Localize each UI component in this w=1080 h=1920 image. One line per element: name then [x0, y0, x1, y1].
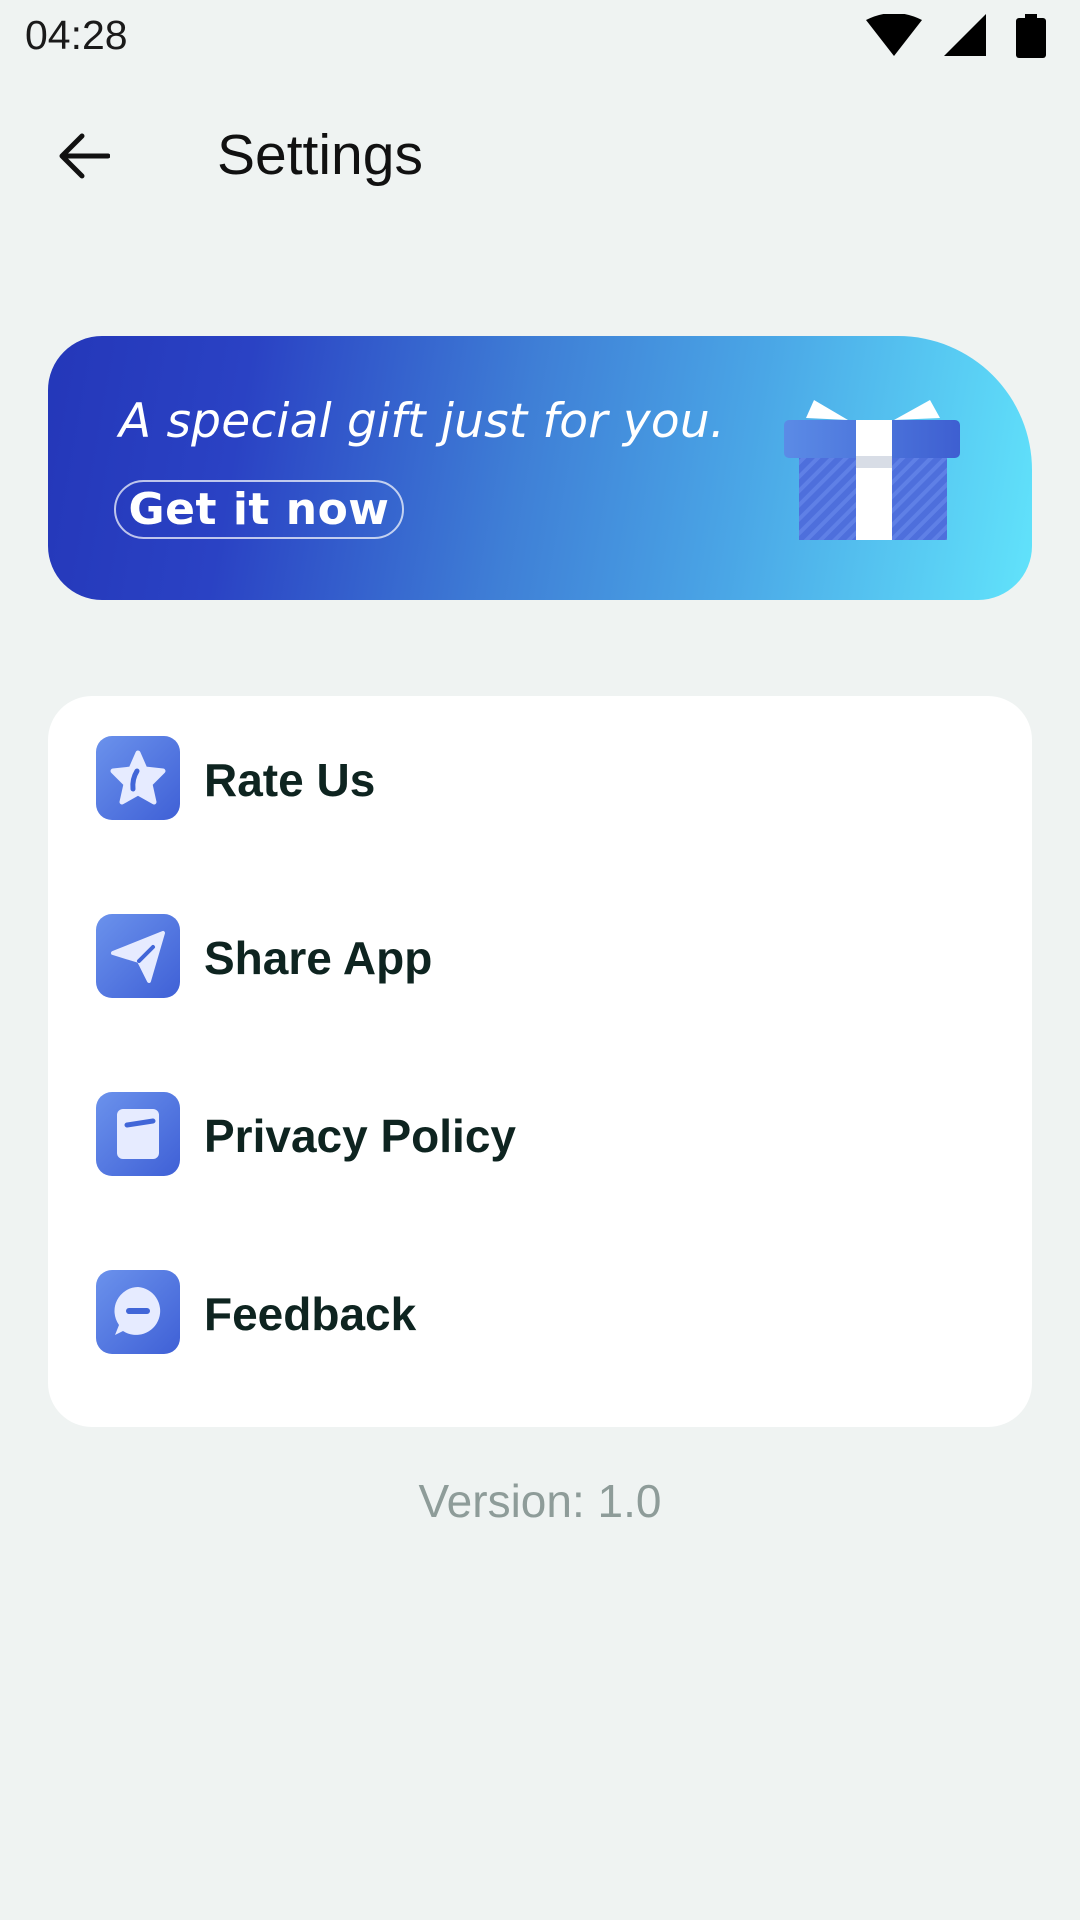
cell-signal-icon [944, 14, 986, 56]
promo-text: A special gift just for you. [119, 394, 725, 449]
settings-menu: Rate Us Share App Privacy Policy Feedbac… [48, 696, 1032, 1427]
chat-bubble-icon [96, 1270, 180, 1354]
page-title: Settings [217, 123, 423, 187]
menu-item-label: Share App [204, 932, 433, 984]
star-icon [96, 736, 180, 820]
status-bar: 04:28 [0, 0, 1080, 72]
version-label: Version: 1.0 [418, 1475, 662, 1527]
promo-banner[interactable]: A special gift just for you. Get it now [48, 336, 1032, 600]
menu-item-label: Feedback [204, 1288, 417, 1340]
menu-item-label: Rate Us [204, 754, 376, 806]
back-button[interactable] [48, 124, 120, 188]
arrow-left-icon [59, 133, 110, 179]
menu-item-privacy-policy[interactable]: Privacy Policy [48, 1052, 1032, 1222]
paper-plane-icon [96, 914, 180, 998]
menu-item-feedback[interactable]: Feedback [48, 1230, 1032, 1400]
wifi-icon [866, 14, 922, 56]
menu-item-label: Privacy Policy [204, 1110, 516, 1162]
battery-icon [1016, 14, 1046, 58]
menu-item-rate-us[interactable]: Rate Us [48, 696, 1032, 866]
status-time: 04:28 [25, 12, 128, 58]
get-it-now-button[interactable]: Get it now [114, 480, 404, 539]
gift-icon [784, 400, 960, 540]
menu-item-share-app[interactable]: Share App [48, 874, 1032, 1044]
document-icon [96, 1092, 180, 1176]
app-bar: Settings [0, 100, 1080, 212]
